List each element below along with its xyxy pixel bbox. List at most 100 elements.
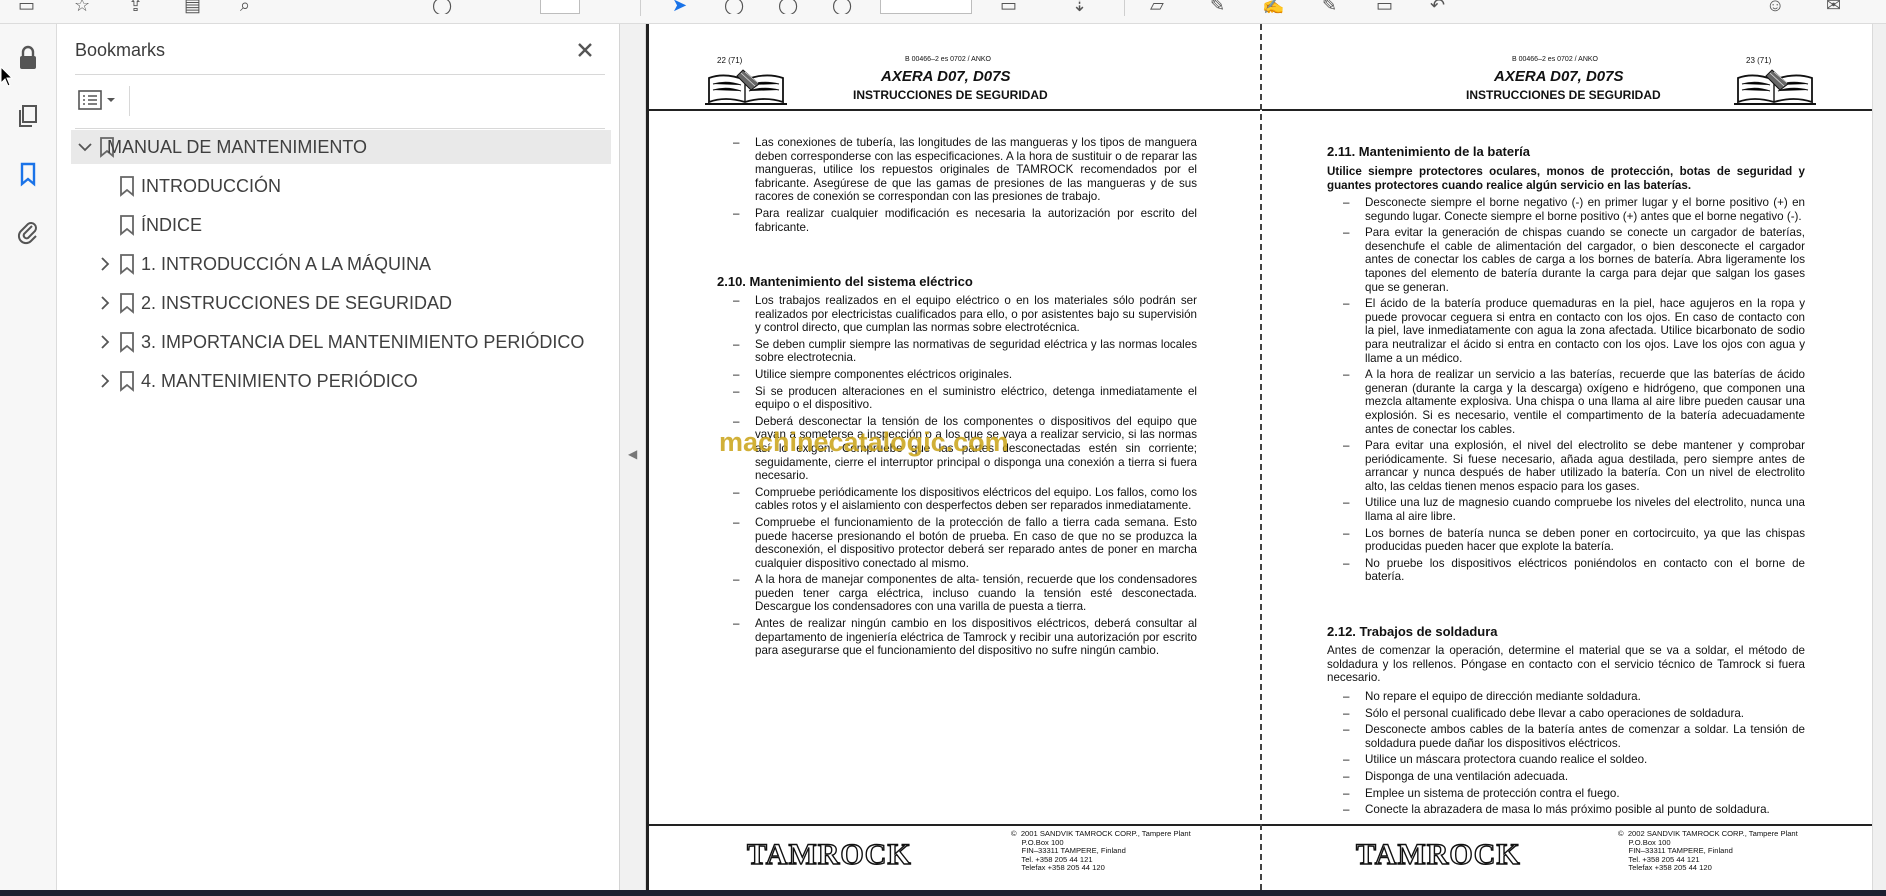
page-number-input[interactable] [540,0,580,14]
header-rule [1262,109,1872,111]
zoom-in-icon[interactable]: ◯ [778,0,798,14]
lock-icon[interactable] [14,44,42,72]
section-lead: Utilice siempre protectores oculares, mo… [1327,165,1805,192]
chevron-right-icon[interactable] [97,334,113,350]
bookmark-label: MANUAL DE MANTENIMIENTO [107,136,368,157]
bookmark-item[interactable]: ÍNDICE [71,208,611,242]
bullet-item: Los trabajos realizados en el equipo elé… [719,294,1197,335]
bookmark-item[interactable]: 2. INSTRUCCIONES DE SEGURIDAD [71,286,611,320]
manual-book-icon [1734,69,1816,105]
home-icon[interactable]: ▭ [18,0,35,14]
draw-icon[interactable]: ✎ [1322,0,1337,14]
previous-page-icon[interactable]: ◯ [432,0,452,14]
vertical-scrollbar[interactable] [1872,24,1886,890]
zoom-out-icon[interactable]: ◯ [724,0,744,14]
page-number: 23 (71) [1746,56,1772,65]
close-icon[interactable] [571,36,599,64]
scroll-mode-icon[interactable]: ⇣ [1072,0,1087,14]
bookmark-icon[interactable] [14,160,42,188]
document-page-left: 22 (71) B 00466–2 es 0702 / ANKO AXERA D… [646,24,1260,890]
bullet-item: No pruebe los dispositivos eléctricos po… [1329,557,1805,584]
bullet-item: A la hora de realizar un servicio a las … [1329,368,1805,436]
bookmark-star-icon[interactable]: ☆ [74,0,90,14]
footer-address: © 2002 SANDVIK TAMROCK CORP., Tampere Pl… [1618,829,1798,873]
zoom-fit-icon[interactable]: ◯ [832,0,852,14]
bookmark-label: 4. MANTENIMIENTO PERIÓDICO [141,370,418,391]
bookmark-flag-icon [120,371,134,392]
undo-icon[interactable]: ↶ [1430,0,1445,14]
bookmarks-panel: Bookmarks MANUAL DE MANTENIMIENTO INTRODU… [57,24,620,890]
bullet-item: El ácido de la batería produce quemadura… [1329,297,1805,365]
bullet-item: A la hora de manejar componentes de alta… [719,573,1197,614]
bullet-item: Las conexiones de tubería, las longitude… [719,136,1197,204]
list-options-icon [78,90,115,110]
chevron-right-icon[interactable] [97,256,113,272]
print-icon[interactable]: ▤ [184,0,201,14]
bookmark-options-button[interactable] [75,86,123,116]
bullet-item: Los bornes de batería nunca se deben pon… [1329,527,1805,554]
message-icon[interactable]: ✉ [1826,0,1841,14]
document-title: AXERA D07, D07S [1494,68,1624,85]
taskbar-strip [0,890,1886,896]
bullet-item: Desconecte ambos cables de la batería an… [1329,723,1805,750]
top-toolbar: ▭ ☆ ⇪ ▤ ⌕ ◯ ➤ ◯ ◯ ◯ ▭ ⇣ ▱ ✎ ✍ ✎ ▭ ↶ ☺ ✉ [0,0,1886,24]
comment-icon[interactable]: ▱ [1150,0,1164,14]
footer-address: © 2001 SANDVIK TAMROCK CORP., Tampere Pl… [1011,829,1191,873]
bookmark-label: 1. INTRODUCCIÓN A LA MÁQUINA [141,253,432,274]
bookmark-label: ÍNDICE [141,214,203,235]
bookmark-label: 2. INSTRUCCIONES DE SEGURIDAD [141,292,453,313]
bullet-item: Antes de realizar ningún cambio en los d… [719,617,1197,658]
bullet-item: Conecte la abrazadera de masa lo más pró… [1329,803,1805,817]
select-tool-icon[interactable]: ➤ [672,0,687,14]
document-code: B 00466–2 es 0702 / ANKO [905,56,992,63]
bookmark-flag-icon [120,332,134,353]
bullet-item: Sólo el personal cualificado debe llevar… [1329,707,1805,721]
share-icon[interactable]: ⇪ [128,0,143,14]
bullet-item: No repare el equipo de dirección mediant… [1329,690,1805,704]
panel-title: Bookmarks [75,40,166,60]
search-icon[interactable]: ⌕ [240,0,250,14]
bullet-item: Compruebe el funcionamiento de la protec… [719,516,1197,570]
header-rule [649,109,1260,111]
document-viewport[interactable]: 22 (71) B 00466–2 es 0702 / ANKO AXERA D… [646,24,1872,890]
bullet-item: Disponga de una ventilación adecuada. [1329,770,1805,784]
page-number: 22 (71) [717,56,743,65]
section-lead: Antes de comenzar la operación, determin… [1327,644,1805,685]
pages-icon[interactable] [14,102,42,130]
document-page-right: B 00466–2 es 0702 / ANKO 23 (71) AXERA D… [1260,24,1872,890]
sign-icon[interactable]: ✍ [1262,0,1284,14]
bookmark-item[interactable]: MANUAL DE MANTENIMIENTO [71,130,611,164]
bookmark-item[interactable]: 4. MANTENIMIENTO PERIÓDICO [71,364,611,398]
panel-collapse-handle[interactable]: ◀ [620,24,646,890]
bookmark-flag-icon [120,254,134,275]
mouse-cursor-icon [0,66,14,87]
attachment-icon[interactable] [14,218,42,246]
stamp-icon[interactable]: ▭ [1376,0,1393,14]
bookmark-item[interactable]: 3. IMPORTANCIA DEL MANTENIMIENTO PERIÓDI… [71,325,611,359]
tamrock-logo: TAMROCK [746,837,912,871]
bullet-item: Para evitar la generación de chispas cua… [1329,226,1805,294]
pdf-viewer-window: ▭ ☆ ⇪ ▤ ⌕ ◯ ➤ ◯ ◯ ◯ ▭ ⇣ ▱ ✎ ✍ ✎ ▭ ↶ ☺ ✉ [0,0,1886,896]
chevron-down-icon[interactable] [77,139,93,155]
divider [129,86,130,116]
bullet-list: Las conexiones de tubería, las longitude… [719,136,1197,237]
document-code: B 00466–2 es 0702 / ANKO [1512,56,1599,63]
bookmark-label: INTRODUCCIÓN [141,175,281,196]
zoom-level-input[interactable] [880,0,972,14]
account-icon[interactable]: ☺ [1766,0,1784,14]
bookmark-item[interactable]: 1. INTRODUCCIÓN A LA MÁQUINA [71,247,611,281]
bullet-item: Si se producen alteraciones en el sumini… [719,385,1197,412]
highlight-icon[interactable]: ✎ [1210,0,1225,14]
chevron-right-icon[interactable] [97,373,113,389]
bullet-item: Para realizar cualquier modificación es … [719,207,1197,234]
section-heading: 2.11. Mantenimiento de la batería [1327,144,1531,159]
bullet-item: Utilice un máscara protectora cuando rea… [1329,753,1805,767]
bookmark-item[interactable]: INTRODUCCIÓN [71,169,611,203]
tamrock-logo: TAMROCK [1355,837,1521,871]
bookmark-label: 3. IMPORTANCIA DEL MANTENIMIENTO PERIÓDI… [141,331,585,352]
chevron-left-icon[interactable]: ◀ [628,447,637,461]
document-subtitle: INSTRUCCIONES DE SEGURIDAD [853,88,1048,102]
footer-rule [1262,824,1872,826]
chevron-right-icon[interactable] [97,295,113,311]
fit-page-icon[interactable]: ▭ [1000,0,1017,14]
